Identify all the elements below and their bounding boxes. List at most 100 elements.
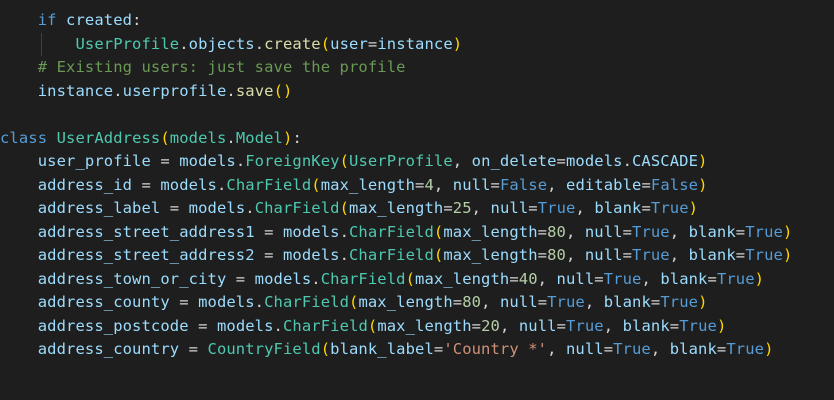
code-token: () <box>273 81 293 100</box>
code-token: max_length <box>415 269 510 288</box>
code-token: null <box>556 269 595 288</box>
code-token: blank <box>594 199 642 217</box>
code-token: address_id <box>37 175 133 194</box>
code-token: , <box>641 269 661 288</box>
code-token: = <box>226 269 255 288</box>
code-token: = <box>556 316 566 335</box>
code-token: 80 <box>547 246 566 264</box>
code-token: True <box>632 222 670 241</box>
code-token: = <box>537 246 548 264</box>
code-token: = <box>509 269 519 288</box>
code-token: models <box>169 128 227 147</box>
code-token: models <box>282 246 340 264</box>
code-token: ) <box>698 293 708 311</box>
code-token: = <box>150 152 180 170</box>
code-token: True <box>537 199 576 217</box>
code-token: 4 <box>424 175 434 194</box>
code-line[interactable]: address_county = models.CharField(max_le… <box>0 291 708 315</box>
code-token: user <box>330 34 368 53</box>
code-line[interactable]: address_postcode = models.CharField(max_… <box>0 315 727 339</box>
code-token: . <box>339 246 349 264</box>
code-token: ) <box>698 175 708 194</box>
code-line[interactable]: address_street_address2 = models.CharFie… <box>0 244 793 268</box>
code-token: if <box>37 11 57 29</box>
code-token: save <box>235 81 274 100</box>
code-token: = <box>707 269 717 288</box>
code-token: True <box>613 340 651 358</box>
code-token: models <box>216 316 274 335</box>
code-token: ( <box>367 316 378 335</box>
code-token: CASCADE <box>632 152 699 170</box>
code-line[interactable]: if created: <box>0 9 142 33</box>
code-token: class <box>0 128 48 147</box>
code-line[interactable]: address_id = models.CharField(max_length… <box>0 174 708 198</box>
code-line[interactable]: UserProfile.objects.create(user=instance… <box>0 33 462 57</box>
code-line[interactable]: instance.userprofile.save() <box>0 80 293 104</box>
code-token: ( <box>311 175 321 194</box>
code-token: , <box>575 199 595 217</box>
code-token: models <box>160 175 217 194</box>
code-token: , <box>499 316 519 335</box>
code-token: True <box>650 199 689 217</box>
code-token: , <box>481 293 500 311</box>
code-line[interactable]: class UserAddress(models.Model): <box>0 127 302 151</box>
code-token: : <box>132 11 142 29</box>
code-token: on_delete <box>471 152 557 170</box>
code-token: = <box>650 293 661 311</box>
code-token: null <box>565 340 604 358</box>
code-token: . <box>226 128 236 147</box>
code-token: True <box>716 269 755 288</box>
code-token: = <box>622 246 633 264</box>
code-token: userprofile <box>122 81 227 100</box>
code-token: CharField <box>320 269 406 288</box>
code-line[interactable]: address_street_address1 = models.CharFie… <box>0 221 793 245</box>
code-token: UserProfile <box>75 34 180 53</box>
code-token: = <box>556 152 566 170</box>
code-token: address_label <box>37 199 161 217</box>
code-token: , <box>584 293 604 311</box>
code-token: . <box>311 269 321 288</box>
code-token: editable <box>566 175 642 194</box>
code-token: True <box>660 293 699 311</box>
code-token: = <box>603 340 614 358</box>
code-line[interactable]: user_profile = models.ForeignKey(UserPro… <box>0 150 708 174</box>
code-token: user_profile <box>37 152 151 170</box>
code-line[interactable]: address_town_or_city = models.CharField(… <box>0 268 764 292</box>
code-token: ) <box>782 246 793 264</box>
code-token: , <box>650 340 670 358</box>
code-token: ( <box>160 128 170 147</box>
code-token: create <box>264 34 321 53</box>
code-editor[interactable]: if created: UserProfile.objects.create(u… <box>0 0 834 400</box>
code-line[interactable]: address_country = CountryField(blank_lab… <box>0 338 774 362</box>
code-token: ) <box>688 199 699 217</box>
code-token: . <box>622 152 632 170</box>
code-token: ) <box>452 34 463 53</box>
code-token: = <box>490 175 500 194</box>
code-token: ) <box>754 269 765 288</box>
code-token: 25 <box>452 199 472 217</box>
code-token: = <box>188 316 217 335</box>
code-line[interactable]: # Existing users: just save the profile <box>0 56 406 80</box>
code-token: ) <box>782 222 793 241</box>
code-token: blank <box>669 340 717 358</box>
code-line[interactable]: address_label = models.CharField(max_len… <box>0 197 698 221</box>
code-token: CharField <box>349 222 434 241</box>
code-token: True <box>745 246 783 264</box>
code-token: UserProfile <box>349 152 453 170</box>
code-token: . <box>254 34 265 53</box>
code-token: . <box>339 222 349 241</box>
code-token: False <box>499 175 548 194</box>
code-token: models <box>188 199 246 217</box>
code-token: null <box>490 199 529 217</box>
code-token: = <box>169 293 199 311</box>
code-token: = <box>452 293 463 311</box>
code-token: = <box>254 246 283 264</box>
